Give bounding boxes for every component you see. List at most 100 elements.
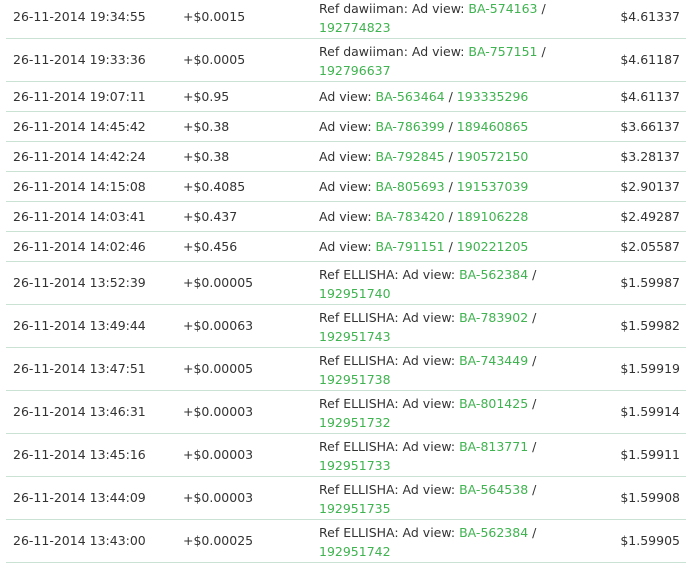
description-prefix: Ref ELLISHA: Ad view: — [319, 353, 460, 368]
transaction-description: Ad view: BA-783420 / 189106228 — [319, 207, 569, 226]
transaction-row: 26-11-2014 19:33:36 +$0.0005 Ref dawiima… — [6, 39, 686, 82]
id-separator: / — [537, 44, 546, 59]
ad-id-link[interactable]: BA-805693 — [376, 179, 445, 194]
id-separator: / — [528, 310, 537, 325]
ad-id-link[interactable]: BA-786399 — [376, 119, 445, 134]
transaction-date: 26-11-2014 13:47:51 — [13, 361, 146, 376]
transaction-amount: +$0.00063 — [183, 318, 254, 333]
transaction-amount: +$0.00003 — [183, 447, 254, 462]
transaction-description: Ref dawiiman: Ad view: BA-757151 / 19279… — [319, 42, 569, 80]
description-prefix: Ref dawiiman: Ad view: — [319, 1, 469, 16]
description-prefix: Ref dawiiman: Ad view: — [319, 44, 469, 59]
id-separator: / — [528, 353, 537, 368]
transaction-date: 26-11-2014 19:07:11 — [13, 89, 146, 104]
transaction-amount: +$0.38 — [183, 149, 230, 164]
transaction-description: Ref ELLISHA: Ad view: BA-562384 / 192951… — [319, 523, 569, 561]
view-id-link[interactable]: 189106228 — [457, 209, 529, 224]
transaction-description: Ad view: BA-791151 / 190221205 — [319, 237, 569, 256]
id-separator: / — [537, 1, 546, 16]
transaction-balance: $3.28137 — [620, 149, 680, 164]
transaction-balance: $1.59982 — [620, 318, 680, 333]
transaction-row: 26-11-2014 13:46:31 +$0.00003 Ref ELLISH… — [6, 391, 686, 434]
transaction-row: 26-11-2014 19:34:55 +$0.0015 Ref dawiima… — [6, 0, 686, 39]
transaction-balance: $2.49287 — [620, 209, 680, 224]
view-id-link[interactable]: 192951743 — [319, 329, 391, 344]
transaction-description: Ad view: BA-792845 / 190572150 — [319, 147, 569, 166]
id-separator: / — [444, 209, 457, 224]
id-separator: / — [444, 119, 457, 134]
transaction-amount: +$0.437 — [183, 209, 238, 224]
transaction-description: Ref ELLISHA: Ad view: BA-783902 / 192951… — [319, 308, 569, 346]
ad-id-link[interactable]: BA-563464 — [376, 89, 445, 104]
view-id-link[interactable]: 192951735 — [319, 501, 391, 516]
transaction-amount: +$0.00025 — [183, 533, 254, 548]
transaction-amount: +$0.95 — [183, 89, 230, 104]
transaction-balance: $1.59908 — [620, 490, 680, 505]
ad-id-link[interactable]: BA-813771 — [459, 439, 528, 454]
description-prefix: Ref ELLISHA: Ad view: — [319, 439, 460, 454]
transaction-date: 26-11-2014 14:03:41 — [13, 209, 146, 224]
transaction-amount: +$0.4085 — [183, 179, 246, 194]
ad-id-link[interactable]: BA-791151 — [376, 239, 445, 254]
transaction-row: 26-11-2014 13:45:16 +$0.00003 Ref ELLISH… — [6, 434, 686, 477]
id-separator: / — [444, 239, 457, 254]
transaction-amount: +$0.00005 — [183, 275, 254, 290]
transaction-amount: +$0.00005 — [183, 361, 254, 376]
view-id-link[interactable]: 193335296 — [457, 89, 529, 104]
description-prefix: Ref ELLISHA: Ad view: — [319, 525, 460, 540]
ad-id-link[interactable]: BA-783420 — [376, 209, 445, 224]
id-separator: / — [528, 267, 537, 282]
ad-id-link[interactable]: BA-574163 — [468, 1, 537, 16]
view-id-link[interactable]: 192951742 — [319, 544, 391, 559]
transaction-row: 26-11-2014 14:03:41 +$0.437 Ad view: BA-… — [6, 202, 686, 232]
ad-id-link[interactable]: BA-562384 — [459, 267, 528, 282]
transaction-description: Ad view: BA-563464 / 193335296 — [319, 87, 569, 106]
transaction-balance: $2.05587 — [620, 239, 680, 254]
transaction-balance: $4.61187 — [620, 52, 680, 67]
description-prefix: Ad view: — [319, 179, 376, 194]
transaction-amount: +$0.38 — [183, 119, 230, 134]
view-id-link[interactable]: 192951733 — [319, 458, 391, 473]
description-prefix: Ref ELLISHA: Ad view: — [319, 396, 460, 411]
transaction-date: 26-11-2014 13:43:00 — [13, 533, 146, 548]
view-id-link[interactable]: 192951732 — [319, 415, 391, 430]
ad-id-link[interactable]: BA-757151 — [468, 44, 537, 59]
ad-id-link[interactable]: BA-783902 — [459, 310, 528, 325]
view-id-link[interactable]: 190572150 — [457, 149, 529, 164]
transaction-description: Ad view: BA-805693 / 191537039 — [319, 177, 569, 196]
transaction-date: 26-11-2014 19:34:55 — [13, 9, 146, 24]
transaction-amount: +$0.0015 — [183, 9, 246, 24]
view-id-link[interactable]: 192774823 — [319, 20, 391, 35]
transaction-balance: $1.59905 — [620, 533, 680, 548]
description-prefix: Ad view: — [319, 149, 376, 164]
description-prefix: Ad view: — [319, 209, 376, 224]
transaction-row: 26-11-2014 13:44:09 +$0.00003 Ref ELLISH… — [6, 477, 686, 520]
transaction-date: 26-11-2014 14:15:08 — [13, 179, 146, 194]
ad-id-link[interactable]: BA-801425 — [459, 396, 528, 411]
transaction-date: 26-11-2014 13:44:09 — [13, 490, 146, 505]
id-separator: / — [444, 179, 457, 194]
transaction-balance: $1.59914 — [620, 404, 680, 419]
transaction-table: 26-11-2014 19:34:55 +$0.0015 Ref dawiima… — [6, 0, 686, 563]
transaction-row: 26-11-2014 13:52:39 +$0.00005 Ref ELLISH… — [6, 262, 686, 305]
transaction-date: 26-11-2014 14:02:46 — [13, 239, 146, 254]
view-id-link[interactable]: 192951740 — [319, 286, 391, 301]
ad-id-link[interactable]: BA-564538 — [459, 482, 528, 497]
view-id-link[interactable]: 192796637 — [319, 63, 391, 78]
description-prefix: Ad view: — [319, 239, 376, 254]
ad-id-link[interactable]: BA-562384 — [459, 525, 528, 540]
id-separator: / — [444, 89, 457, 104]
view-id-link[interactable]: 190221205 — [457, 239, 529, 254]
view-id-link[interactable]: 192951738 — [319, 372, 391, 387]
id-separator: / — [528, 482, 537, 497]
view-id-link[interactable]: 189460865 — [457, 119, 529, 134]
transaction-description: Ref ELLISHA: Ad view: BA-564538 / 192951… — [319, 480, 569, 518]
ad-id-link[interactable]: BA-792845 — [376, 149, 445, 164]
transaction-balance: $4.61137 — [620, 89, 680, 104]
ad-id-link[interactable]: BA-743449 — [459, 353, 528, 368]
transaction-history-page: 26-11-2014 19:34:55 +$0.0015 Ref dawiima… — [0, 0, 692, 572]
description-prefix: Ref ELLISHA: Ad view: — [319, 267, 460, 282]
transaction-balance: $3.66137 — [620, 119, 680, 134]
view-id-link[interactable]: 191537039 — [457, 179, 529, 194]
transaction-amount: +$0.00003 — [183, 490, 254, 505]
